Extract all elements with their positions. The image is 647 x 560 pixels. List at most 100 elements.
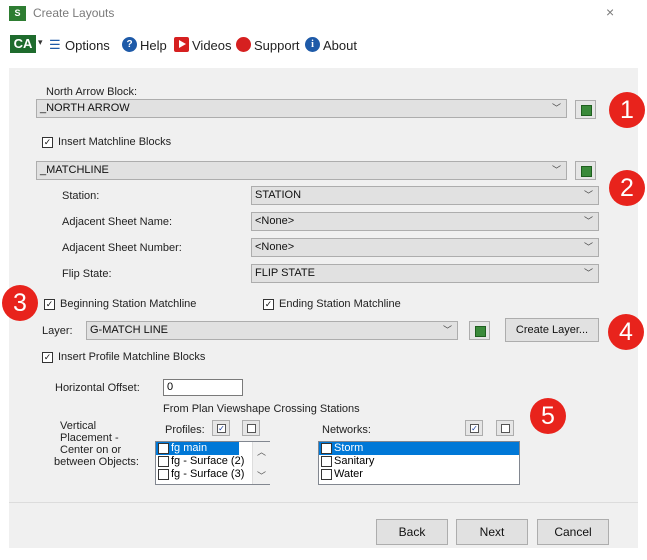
networks-label: Networks:	[322, 424, 371, 436]
vertical-placement-line: between Objects:	[54, 456, 139, 468]
insert-matchline-label: Insert Matchline Blocks	[58, 136, 172, 148]
item-checkbox[interactable]	[321, 443, 332, 454]
profiles-select-all-button[interactable]: ✓	[212, 420, 230, 436]
support-menu[interactable]: Support	[254, 38, 300, 53]
checked-icon: ✓	[470, 424, 479, 433]
layer-value: G-MATCH LINE	[90, 324, 169, 336]
matchline-combo[interactable]: _MATCHLINE ﹀	[36, 161, 567, 180]
profiles-scrollbar[interactable]: ︿ ﹀	[252, 442, 270, 484]
options-icon: ☰	[49, 37, 61, 52]
about-menu[interactable]: About	[323, 38, 357, 53]
window-title: Create Layouts	[33, 6, 115, 20]
item-label: Storm	[334, 442, 364, 454]
item-checkbox[interactable]	[158, 469, 169, 480]
item-checkbox[interactable]	[321, 456, 332, 467]
help-icon: ?	[122, 37, 137, 52]
unchecked-icon	[501, 424, 510, 433]
list-item[interactable]: Sanitary	[319, 455, 519, 468]
app-logo-icon: S	[9, 6, 26, 21]
videos-menu[interactable]: Videos	[192, 38, 232, 53]
create-layer-button[interactable]: Create Layer...	[505, 318, 599, 342]
button-separator	[9, 502, 638, 503]
list-item[interactable]: fg main	[156, 442, 239, 455]
item-label: fg - Surface (2)	[171, 455, 245, 467]
scroll-up-icon[interactable]: ︿	[257, 445, 266, 458]
item-label: Sanitary	[334, 455, 375, 467]
beginning-station-label: Beginning Station Matchline	[60, 298, 197, 310]
profiles-label: Profiles:	[165, 424, 205, 436]
matchline-value: _MATCHLINE	[40, 164, 109, 176]
networks-list[interactable]: Storm Sanitary Water	[318, 441, 520, 485]
chevron-down-icon: ﹀	[442, 325, 452, 335]
from-plan-label: From Plan Viewshape Crossing Stations	[163, 403, 360, 415]
profiles-list[interactable]: fg main fg - Surface (2) fg - Surface (3…	[155, 441, 270, 485]
horizontal-offset-input[interactable]: 0	[163, 379, 243, 396]
chevron-down-icon: ﹀	[583, 216, 593, 226]
chevron-down-icon: ﹀	[583, 242, 593, 252]
block-icon	[581, 105, 592, 116]
layer-label: Layer:	[42, 325, 73, 337]
scroll-down-icon[interactable]: ﹀	[257, 469, 266, 482]
layer-combo[interactable]: G-MATCH LINE ﹀	[86, 321, 458, 340]
item-label: Water	[334, 468, 363, 480]
vertical-placement-line: Center on or	[60, 444, 122, 456]
item-label: fg main	[171, 442, 208, 454]
adjacent-sheet-name-combo[interactable]: <None> ﹀	[251, 212, 599, 231]
networks-select-all-button[interactable]: ✓	[465, 420, 483, 436]
ending-station-label: Ending Station Matchline	[279, 298, 401, 310]
item-checkbox[interactable]	[321, 469, 332, 480]
ca-menu-button[interactable]: CA	[10, 35, 36, 53]
flip-state-value: FLIP STATE	[255, 267, 315, 279]
list-item[interactable]: Water	[319, 468, 519, 481]
north-arrow-value: _NORTH ARROW	[40, 102, 130, 114]
help-menu[interactable]: Help	[140, 38, 167, 53]
chevron-down-icon: ﹀	[583, 190, 593, 200]
callout-badge-1: 1	[609, 92, 645, 128]
callout-badge-5: 5	[530, 398, 566, 434]
north-arrow-pick-button[interactable]	[575, 100, 596, 119]
block-icon	[581, 166, 592, 177]
adjacent-sheet-number-value: <None>	[255, 241, 295, 253]
block-icon	[475, 326, 486, 337]
matchline-pick-button[interactable]	[575, 161, 596, 180]
cancel-button[interactable]: Cancel	[537, 519, 609, 545]
adjacent-sheet-number-label: Adjacent Sheet Number:	[62, 242, 182, 254]
vertical-placement-line: Placement -	[60, 432, 119, 444]
close-button[interactable]: ×	[606, 4, 614, 20]
callout-badge-4: 4	[608, 314, 644, 350]
vertical-placement-label: Vertical Placement - Center on or betwee…	[54, 420, 139, 468]
ca-dropdown-icon[interactable]: ▾	[38, 37, 43, 48]
networks-select-none-button[interactable]	[496, 420, 514, 436]
flip-state-combo[interactable]: FLIP STATE ﹀	[251, 264, 599, 283]
flip-state-label: Flip State:	[62, 268, 112, 280]
ending-station-checkbox[interactable]: ✓	[263, 299, 274, 310]
chevron-down-icon: ﹀	[551, 103, 561, 113]
checked-icon: ✓	[217, 424, 226, 433]
layer-pick-button[interactable]	[469, 321, 490, 340]
north-arrow-combo[interactable]: _NORTH ARROW ﹀	[36, 99, 567, 118]
profiles-select-none-button[interactable]	[242, 420, 260, 436]
about-icon: i	[305, 37, 320, 52]
list-item[interactable]: Storm	[319, 442, 519, 455]
beginning-station-checkbox[interactable]: ✓	[44, 299, 55, 310]
insert-matchline-checkbox[interactable]: ✓	[42, 137, 53, 148]
chevron-down-icon: ﹀	[551, 165, 561, 175]
insert-profile-label: Insert Profile Matchline Blocks	[58, 351, 206, 363]
next-button[interactable]: Next	[456, 519, 528, 545]
station-combo[interactable]: STATION ﹀	[251, 186, 599, 205]
adjacent-sheet-number-combo[interactable]: <None> ﹀	[251, 238, 599, 257]
adjacent-sheet-name-label: Adjacent Sheet Name:	[62, 216, 173, 228]
item-checkbox[interactable]	[158, 443, 169, 454]
station-label: Station:	[62, 190, 100, 202]
insert-profile-checkbox[interactable]: ✓	[42, 352, 53, 363]
horizontal-offset-label: Horizontal Offset:	[55, 382, 140, 394]
callout-badge-3: 3	[2, 285, 38, 321]
adjacent-sheet-name-value: <None>	[255, 215, 295, 227]
item-label: fg - Surface (3)	[171, 468, 245, 480]
station-value: STATION	[255, 189, 302, 201]
videos-icon	[174, 37, 189, 52]
callout-badge-2: 2	[609, 170, 645, 206]
options-menu[interactable]: Options	[65, 38, 110, 53]
back-button[interactable]: Back	[376, 519, 448, 545]
item-checkbox[interactable]	[158, 456, 169, 467]
